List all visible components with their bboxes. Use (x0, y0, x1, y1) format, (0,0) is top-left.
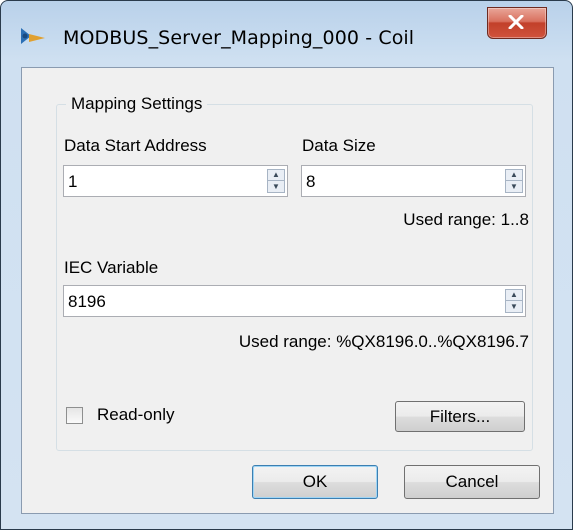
spin-down-icon[interactable]: ▼ (506, 181, 522, 192)
spin-down-icon[interactable]: ▼ (506, 301, 522, 312)
data-start-address-label: Data Start Address (64, 136, 207, 155)
data-size-used-range: Used range: 1..8 (403, 210, 529, 229)
data-size-label: Data Size (302, 136, 376, 155)
spin-up-icon[interactable]: ▲ (506, 290, 522, 301)
read-only-checkbox[interactable] (66, 407, 83, 424)
data-size-stepper[interactable]: ▲ ▼ (505, 169, 523, 193)
spin-up-icon[interactable]: ▲ (268, 170, 284, 181)
app-icon (21, 28, 45, 44)
window-title: MODBUS_Server_Mapping_000 - Coil (63, 27, 415, 49)
cancel-button[interactable]: Cancel (404, 465, 540, 499)
mapping-settings-title: Mapping Settings (66, 94, 208, 114)
filters-button[interactable]: Filters... (395, 401, 525, 432)
read-only-label[interactable]: Read-only (97, 405, 175, 425)
data-start-address-stepper[interactable]: ▲ ▼ (267, 169, 285, 193)
close-button[interactable] (487, 7, 547, 39)
close-icon (508, 15, 524, 29)
iec-variable-stepper[interactable]: ▲ ▼ (505, 289, 523, 313)
iec-variable-spinbox[interactable]: 8196 ▲ ▼ (63, 285, 526, 317)
dialog-client-area: Mapping Settings Data Start Address 1 ▲ … (21, 67, 554, 514)
spin-down-icon[interactable]: ▼ (268, 181, 284, 192)
data-size-value[interactable]: 8 (306, 172, 315, 192)
iec-variable-label: IEC Variable (64, 258, 159, 277)
ok-button[interactable]: OK (252, 465, 378, 499)
title-bar[interactable]: MODBUS_Server_Mapping_000 - Coil (1, 1, 572, 49)
iec-variable-value[interactable]: 8196 (68, 292, 106, 312)
data-start-address-spinbox[interactable]: 1 ▲ ▼ (63, 165, 288, 197)
iec-variable-used-range: Used range: %QX8196.0..%QX8196.7 (238, 332, 529, 351)
data-size-spinbox[interactable]: 8 ▲ ▼ (301, 165, 526, 197)
spin-up-icon[interactable]: ▲ (506, 170, 522, 181)
data-start-address-value[interactable]: 1 (68, 172, 77, 192)
dialog-window: MODBUS_Server_Mapping_000 - Coil Mapping… (0, 0, 573, 530)
